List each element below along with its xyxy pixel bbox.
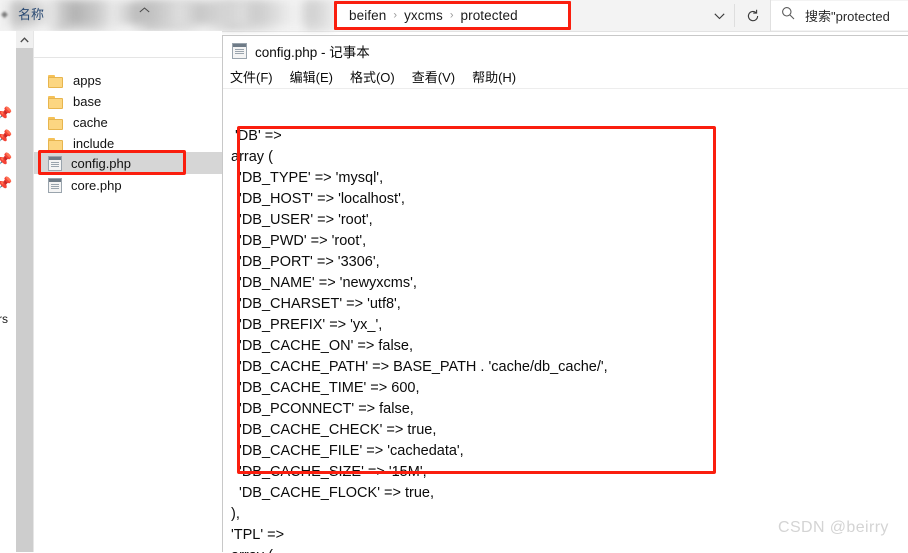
list-item-cache[interactable]: cache — [34, 112, 222, 133]
address-bar-divider — [734, 4, 735, 27]
list-item-config-php[interactable]: config.php — [34, 153, 222, 174]
breadcrumb-separator-icon: › — [449, 9, 454, 21]
code-line: 'DB_PWD' => 'root', — [231, 233, 367, 249]
notepad-title: config.php - 记事本 — [255, 44, 370, 60]
refresh-icon[interactable] — [740, 5, 766, 27]
pin-icon[interactable]: 📌 — [0, 129, 12, 145]
column-header-name-label[interactable]: 名称 — [18, 4, 44, 23]
list-item-label: base — [73, 94, 102, 109]
code-line: 'DB_CACHE_FILE' => 'cachedata', — [231, 443, 464, 459]
code-line: 'DB_PCONNECT' => false, — [231, 401, 414, 417]
list-item-label: cache — [73, 115, 108, 130]
code-line: 'DB_CACHE_SIZE' => '15M', — [231, 464, 427, 480]
search-input[interactable]: 搜索"protected — [771, 1, 908, 30]
code-line: 'DB_NAME' => 'newyxcms', — [231, 275, 417, 291]
list-item-label: include — [73, 136, 115, 151]
notepad-window: config.php - 记事本 文件(F) 编辑(E) 格式(O) 查看(V)… — [222, 35, 908, 553]
folder-icon — [48, 95, 64, 109]
search-icon — [781, 6, 795, 25]
menu-item-file[interactable]: 文件(F) — [230, 67, 273, 86]
list-item-include[interactable]: include — [34, 133, 222, 154]
explorer-window: ◆ beifen › yxcms › protected 搜索"protecte… — [0, 0, 908, 553]
php-file-icon — [48, 156, 62, 171]
search-placeholder: 搜索"protected — [805, 9, 890, 24]
list-item-label: core.php — [71, 178, 122, 193]
breadcrumb-item-protected[interactable]: protected — [460, 8, 517, 23]
code-line: 'DB_CHARSET' => 'utf8', — [231, 296, 401, 312]
code-line: 'DB_PREFIX' => 'yx_', — [231, 317, 383, 333]
blurred-address-region-overlay — [4, 2, 334, 24]
menu-item-format[interactable]: 格式(O) — [350, 67, 395, 86]
code-line: 'DB_CACHE_CHECK' => true, — [231, 422, 437, 438]
breadcrumb-highlight-box[interactable]: beifen › yxcms › protected — [334, 1, 571, 30]
code-line: 'DB_CACHE_TIME' => 600, — [231, 380, 420, 396]
code-line: 'DB' => — [231, 128, 286, 144]
php-file-icon — [48, 178, 62, 193]
breadcrumb-item-beifen[interactable]: beifen — [349, 8, 386, 23]
pin-icon[interactable]: 📌 — [0, 152, 12, 168]
menu-item-edit[interactable]: 编辑(E) — [290, 67, 333, 86]
code-line: 'TPL' => — [231, 527, 289, 543]
chevron-up-icon — [139, 5, 150, 16]
folder-icon — [48, 116, 64, 130]
pin-icon[interactable]: 📌 — [0, 176, 12, 192]
chevron-down-icon[interactable] — [706, 6, 732, 26]
menu-item-help[interactable]: 帮助(H) — [472, 67, 516, 86]
notepad-text-area[interactable]: 'DB' => array ( 'DB_TYPE' => 'mysql', 'D… — [223, 90, 908, 553]
watermark: CSDN @beirry — [778, 519, 889, 536]
notepad-menubar: 文件(F) 编辑(E) 格式(O) 查看(V) 帮助(H) — [223, 65, 908, 89]
code-line: 'DB_USER' => 'root', — [231, 212, 373, 228]
list-item-label: config.php — [71, 156, 131, 171]
file-list-column-header[interactable] — [34, 31, 222, 58]
list-item-base[interactable]: base — [34, 91, 222, 112]
code-line: 'DB_CACHE_ON' => false, — [231, 338, 414, 354]
list-item-apps[interactable]: apps — [34, 70, 222, 91]
list-item-label: apps — [73, 73, 102, 88]
folder-icon — [48, 137, 64, 151]
address-bar-left-icon: ◆ — [1, 9, 8, 19]
scrollbar-thumb[interactable] — [16, 48, 33, 552]
code-line: array ( — [231, 149, 273, 165]
breadcrumb-separator-icon: › — [393, 9, 398, 21]
code-line: 'DB_CACHE_FLOCK' => true, — [231, 485, 434, 501]
code-line: 'DB_TYPE' => 'mysql', — [231, 170, 384, 186]
nav-item-clipped-label[interactable]: rs — [0, 312, 8, 326]
notepad-icon — [232, 42, 247, 59]
list-item-core-php[interactable]: core.php — [34, 175, 222, 196]
code-line: ), — [231, 506, 240, 522]
chevron-up-icon[interactable] — [16, 31, 33, 48]
code-line: 'DB_PORT' => '3306', — [231, 254, 380, 270]
code-line: 'DB_HOST' => 'localhost', — [231, 191, 405, 207]
code-line: 'DB_CACHE_PATH' => BASE_PATH . 'cache/db… — [231, 359, 608, 375]
pin-icon[interactable]: 📌 — [0, 106, 12, 122]
notepad-titlebar[interactable]: config.php - 记事本 — [223, 36, 908, 65]
breadcrumb-item-yxcms[interactable]: yxcms — [404, 8, 443, 23]
folder-icon — [48, 74, 64, 88]
navigation-pane-clipped: 📌 📌 📌 📌 rs — [0, 31, 16, 552]
menu-item-view[interactable]: 查看(V) — [412, 67, 455, 86]
